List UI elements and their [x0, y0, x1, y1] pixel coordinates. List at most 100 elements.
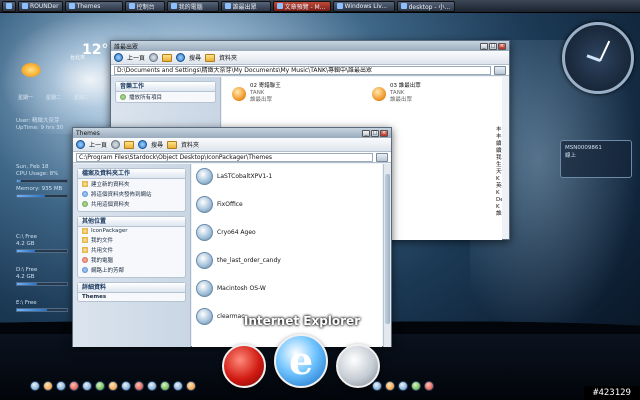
- close-button[interactable]: ×: [380, 129, 388, 137]
- music-file-icon: [372, 86, 386, 101]
- place-label: 網路上的芳鄰: [91, 268, 125, 274]
- folders-icon[interactable]: [205, 53, 216, 62]
- forward-arrow-icon[interactable]: [149, 53, 159, 62]
- task-play-all[interactable]: 播放所有項目: [116, 92, 215, 102]
- dock-item-icon[interactable]: [43, 381, 53, 391]
- dock-item-icon[interactable]: [385, 381, 395, 391]
- taskbar-button-paint[interactable]: desktop - 小...: [396, 0, 455, 12]
- dock-item-icon[interactable]: [398, 381, 408, 391]
- dock-item-icon[interactable]: [372, 381, 382, 391]
- search-icon[interactable]: [176, 53, 186, 62]
- file-item[interactable]: 03 誰最出眾 TANK 誰最出眾: [372, 83, 421, 104]
- scrollbar-thumb[interactable]: [385, 174, 390, 324]
- dock-item-icon[interactable]: [108, 381, 118, 391]
- file-artist: TANK: [250, 90, 265, 96]
- music-file-icon: [232, 86, 246, 101]
- taskbar-button-control-panel[interactable]: 控制台: [124, 0, 165, 12]
- place-network[interactable]: 網路上的芳鄰: [78, 265, 185, 277]
- dock-item-icon[interactable]: [160, 381, 170, 391]
- back-button[interactable]: 上一頁: [127, 53, 145, 62]
- taskbar-button-rounder[interactable]: ROUNDer: [18, 0, 63, 12]
- file-item[interactable]: FixOffice: [196, 196, 243, 213]
- dock-item-icon[interactable]: [411, 381, 421, 391]
- taskbar-button-browser[interactable]: 文章預覽 - M...: [272, 0, 331, 12]
- file-item[interactable]: Macintosh OS-W: [196, 280, 266, 297]
- dock-item-icon[interactable]: [147, 381, 157, 391]
- taskbar-button-label: ROUNDer: [30, 2, 59, 10]
- folder-icon: [68, 3, 75, 9]
- task-group-header[interactable]: 音樂工作: [116, 82, 215, 92]
- task-group-header[interactable]: 檔案及資料夾工作: [78, 169, 185, 179]
- task-group-header[interactable]: 其他位置: [78, 217, 185, 227]
- file-name: 02 寄錯聯王: [250, 83, 281, 89]
- minimize-button[interactable]: _: [480, 42, 488, 50]
- place-my-documents[interactable]: 我的文件: [78, 235, 185, 245]
- forward-arrow-icon[interactable]: [111, 140, 121, 149]
- place-my-computer[interactable]: 我的電腦: [78, 255, 185, 265]
- file-name: Macintosh OS-W: [217, 285, 266, 292]
- weather-day: 星期三: [74, 95, 90, 101]
- dock-item-icon[interactable]: [30, 381, 40, 391]
- drive-e: E:\ Free: [16, 300, 68, 312]
- place-shared-documents[interactable]: 共用文件: [78, 245, 185, 255]
- task-new-folder[interactable]: 建立新的資料夾: [78, 179, 185, 189]
- back-arrow-icon[interactable]: [114, 53, 123, 62]
- taskbar-button-messenger[interactable]: Windows Liv...: [332, 0, 395, 12]
- task-group-header[interactable]: 詳細資料: [78, 283, 185, 293]
- address-input[interactable]: C:\Program Files\Stardock\Object Desktop…: [76, 152, 373, 162]
- taskbar-button-music-folder[interactable]: 誰最出眾: [220, 0, 271, 12]
- go-button[interactable]: [494, 65, 506, 75]
- search-button[interactable]: 搜尋: [189, 53, 201, 62]
- folders-button[interactable]: 資料夾: [181, 140, 199, 149]
- system-info-gadget: User: 精緻大奈芽 UpTime: 9 hrs 30 Sun, Feb 18…: [16, 118, 68, 315]
- search-button[interactable]: 搜尋: [151, 140, 163, 149]
- file-item[interactable]: Cryo64 Ageo: [196, 224, 256, 241]
- go-button[interactable]: [376, 152, 388, 162]
- drive-bar-fill: [17, 250, 35, 252]
- file-item[interactable]: 02 寄錯聯王 TANK 誰最出眾: [232, 83, 281, 104]
- file-name: the_last_order_candy: [217, 257, 281, 264]
- file-item[interactable]: the_last_order_candy: [196, 252, 281, 269]
- taskbar-button-themes[interactable]: Themes: [64, 0, 123, 12]
- up-folder-icon[interactable]: [162, 53, 173, 62]
- computer-icon: [82, 257, 88, 263]
- minimize-button[interactable]: _: [362, 129, 370, 137]
- taskbar-button-my-computer[interactable]: 我的電腦: [166, 0, 219, 12]
- dock-item-icon[interactable]: [173, 381, 183, 391]
- dock-item-icon[interactable]: [121, 381, 131, 391]
- dock-item-icon[interactable]: [82, 381, 92, 391]
- address-input[interactable]: D:\Documents and Settings\精緻大奈芽\My Docum…: [114, 65, 491, 75]
- up-folder-icon[interactable]: [124, 140, 135, 149]
- task-publish-web[interactable]: 將這個資料夾發佈到網站: [78, 189, 185, 199]
- dock-item-icon[interactable]: [56, 381, 66, 391]
- dock-item-icon[interactable]: [134, 381, 144, 391]
- window-titlebar[interactable]: 誰最出眾 _ □ ×: [111, 41, 509, 51]
- weather-gadget[interactable]: 12° 台北市 星期一 星期二 星期三: [16, 42, 108, 112]
- place-iconpackager[interactable]: IconPackager: [78, 227, 185, 235]
- file-name: LaSTCobaltXPV1-1: [217, 173, 273, 180]
- task-group-details: 詳細資料 Themes: [77, 282, 186, 302]
- play-icon: [120, 94, 126, 100]
- theme-file-icon: [196, 280, 213, 297]
- scrollbar[interactable]: [383, 164, 391, 347]
- sysinfo-uptime: UpTime: 9 hrs 30: [16, 125, 64, 131]
- maximize-button[interactable]: □: [371, 129, 379, 137]
- close-button[interactable]: ×: [498, 42, 506, 50]
- dock-item-icon[interactable]: [424, 381, 434, 391]
- task-share-folder[interactable]: 共用這個資料夾: [78, 199, 185, 211]
- contact-gadget[interactable]: MSN0009861 線上: [560, 140, 632, 178]
- maximize-button[interactable]: □: [489, 42, 497, 50]
- folders-button[interactable]: 資料夾: [219, 53, 237, 62]
- back-arrow-icon[interactable]: [76, 140, 85, 149]
- file-item[interactable]: LaSTCobaltXPV1-1: [196, 168, 272, 185]
- dock-item-icon[interactable]: [186, 381, 196, 391]
- clock-gadget[interactable]: [562, 22, 634, 94]
- search-icon[interactable]: [138, 140, 148, 149]
- back-button[interactable]: 上一頁: [89, 140, 107, 149]
- window-titlebar[interactable]: Themes _ □ ×: [73, 128, 391, 138]
- start-button[interactable]: [2, 0, 16, 12]
- dock-item-icon[interactable]: [69, 381, 79, 391]
- documents-icon: [82, 237, 88, 243]
- folders-icon[interactable]: [167, 140, 178, 149]
- dock-item-icon[interactable]: [95, 381, 105, 391]
